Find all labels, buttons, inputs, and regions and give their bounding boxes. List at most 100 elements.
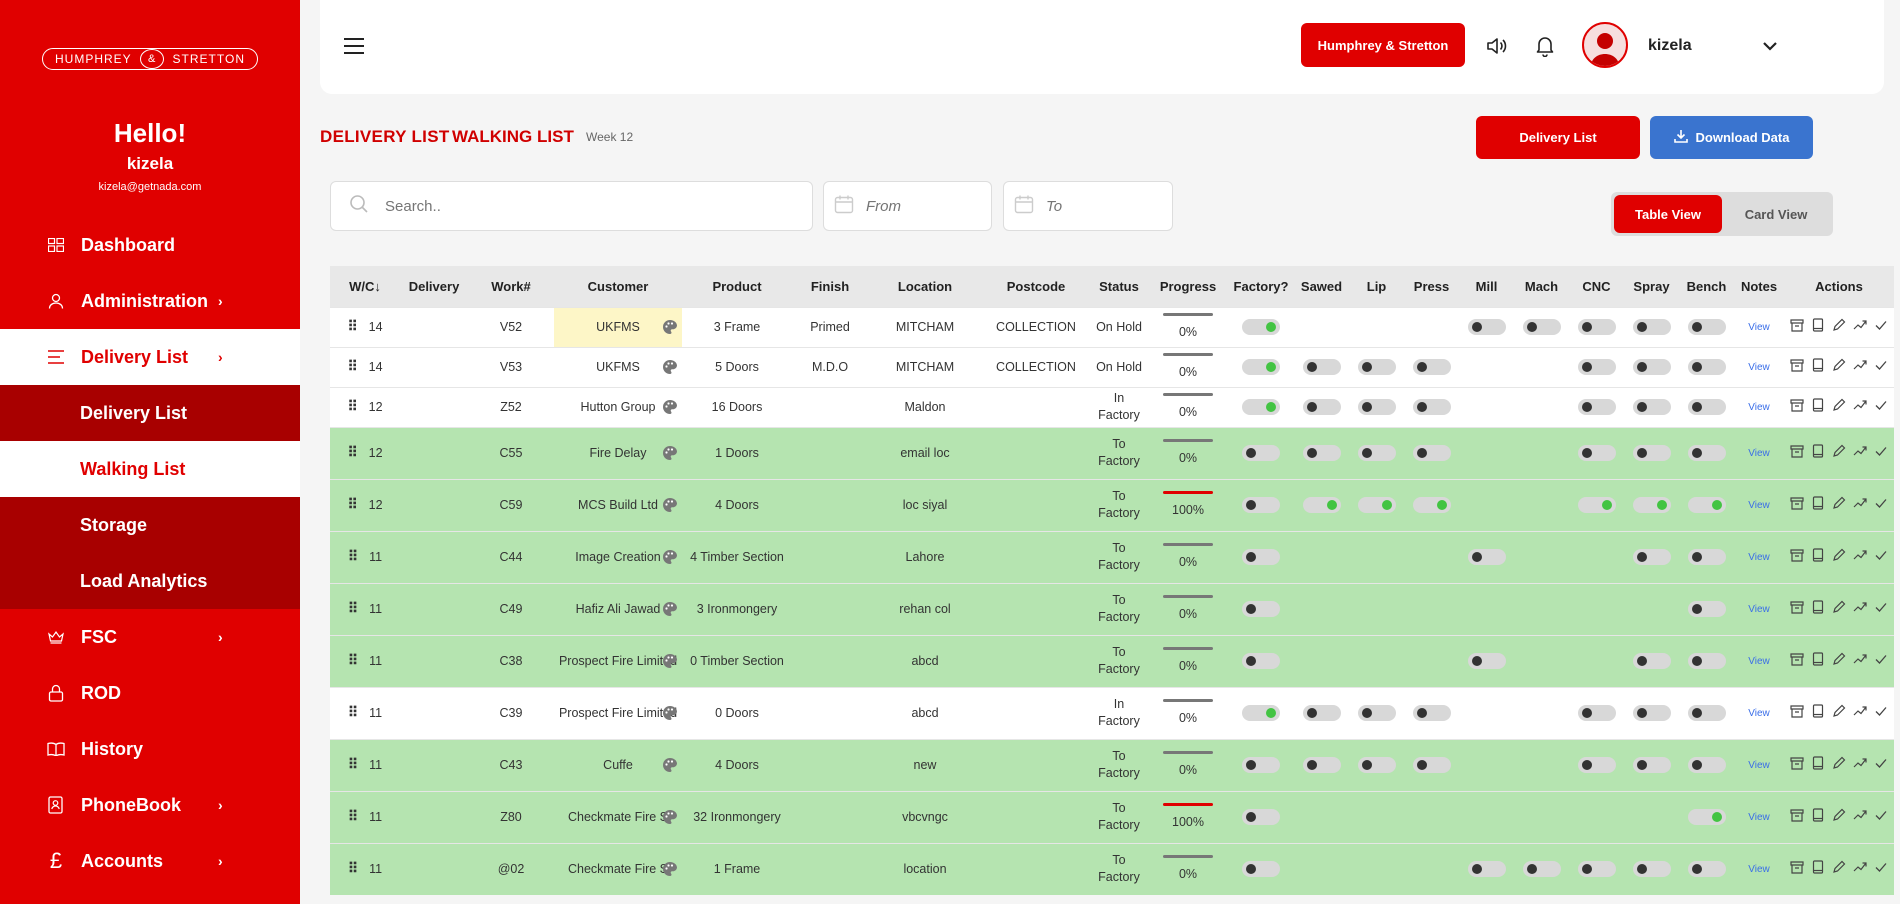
sawed-toggle[interactable]	[1302, 497, 1341, 514]
check-icon[interactable]	[1874, 444, 1888, 463]
trend-icon[interactable]	[1853, 398, 1867, 417]
factory-toggle[interactable]	[1242, 445, 1280, 462]
trend-icon[interactable]	[1853, 444, 1867, 463]
submenu-item-storage[interactable]: Storage	[0, 497, 300, 553]
sidebar-item-fsc[interactable]: FSC ›	[0, 609, 300, 665]
hamburger-menu-icon[interactable]	[344, 38, 364, 54]
column-header-w-c[interactable]: W/C↓	[330, 266, 400, 307]
pencil-icon[interactable]	[1832, 600, 1846, 619]
pencil-icon[interactable]	[1832, 756, 1846, 775]
to-date-input[interactable]	[1046, 197, 1146, 215]
view-notes-link[interactable]: View	[1748, 402, 1770, 413]
lip-toggle[interactable]	[1357, 399, 1396, 416]
submenu-item-walking-list[interactable]: Walking List	[0, 441, 300, 497]
drag-handle-icon[interactable]: ⠿	[348, 860, 358, 876]
check-icon[interactable]	[1874, 548, 1888, 567]
drag-handle-icon[interactable]: ⠿	[347, 444, 357, 460]
sidebar-item-administration[interactable]: Administration ›	[0, 273, 300, 329]
palette-icon[interactable]	[662, 809, 678, 825]
check-icon[interactable]	[1874, 358, 1888, 377]
sidebar-item-rod[interactable]: ROD	[0, 665, 300, 721]
trend-icon[interactable]	[1853, 756, 1867, 775]
tablet-icon[interactable]	[1811, 703, 1825, 723]
drag-handle-icon[interactable]: ⠿	[347, 318, 357, 334]
view-notes-link[interactable]: View	[1748, 448, 1770, 459]
check-icon[interactable]	[1874, 496, 1888, 515]
bench-toggle[interactable]	[1687, 809, 1726, 826]
lip-toggle[interactable]	[1357, 359, 1396, 376]
view-notes-link[interactable]: View	[1748, 322, 1770, 333]
spray-toggle[interactable]	[1632, 757, 1671, 774]
bench-toggle[interactable]	[1687, 705, 1726, 722]
palette-icon[interactable]	[662, 861, 678, 877]
pencil-icon[interactable]	[1832, 318, 1846, 337]
pencil-icon[interactable]	[1832, 652, 1846, 671]
avatar[interactable]	[1582, 22, 1628, 68]
sidebar-item-phonebook[interactable]: PhoneBook ›	[0, 777, 300, 833]
palette-icon[interactable]	[662, 319, 678, 335]
view-notes-link[interactable]: View	[1748, 604, 1770, 615]
palette-icon[interactable]	[662, 497, 678, 513]
archive-icon[interactable]	[1790, 548, 1804, 567]
check-icon[interactable]	[1874, 756, 1888, 775]
cnc-toggle[interactable]	[1577, 445, 1616, 462]
sidebar-item-delivery-list[interactable]: Delivery List ›	[0, 329, 300, 385]
view-notes-link[interactable]: View	[1748, 656, 1770, 667]
spray-toggle[interactable]	[1632, 399, 1671, 416]
sidebar-item-dashboard[interactable]: Dashboard	[0, 217, 300, 273]
tablet-icon[interactable]	[1811, 317, 1825, 337]
archive-icon[interactable]	[1790, 704, 1804, 723]
factory-toggle[interactable]	[1242, 497, 1280, 514]
drag-handle-icon[interactable]: ⠿	[347, 358, 357, 374]
factory-toggle[interactable]	[1242, 319, 1280, 336]
table-row[interactable]: ⠿ 12 C55 Fire Delay 1 Doors email loc To Fact…	[330, 426, 1894, 479]
check-icon[interactable]	[1874, 318, 1888, 337]
tablet-icon[interactable]	[1811, 357, 1825, 377]
archive-icon[interactable]	[1790, 318, 1804, 337]
table-row[interactable]: ⠿ 11 Z80 Checkmate Fire S 32 Ironmongery vbc…	[330, 790, 1894, 843]
sidebar-item-history[interactable]: History	[0, 721, 300, 777]
speaker-icon[interactable]	[1485, 34, 1509, 58]
company-logo[interactable]: HUMPHREY & STRETTON	[42, 48, 258, 70]
bench-toggle[interactable]	[1687, 757, 1726, 774]
press-toggle[interactable]	[1412, 705, 1451, 722]
palette-icon[interactable]	[662, 601, 678, 617]
view-notes-link[interactable]: View	[1748, 500, 1770, 511]
tablet-icon[interactable]	[1811, 651, 1825, 671]
check-icon[interactable]	[1874, 600, 1888, 619]
factory-toggle[interactable]	[1242, 809, 1280, 826]
factory-toggle[interactable]	[1242, 757, 1280, 774]
factory-toggle[interactable]	[1242, 653, 1280, 670]
archive-icon[interactable]	[1790, 652, 1804, 671]
view-notes-link[interactable]: View	[1748, 812, 1770, 823]
archive-icon[interactable]	[1790, 358, 1804, 377]
check-icon[interactable]	[1874, 398, 1888, 417]
pencil-icon[interactable]	[1832, 808, 1846, 827]
lip-toggle[interactable]	[1357, 705, 1396, 722]
table-row[interactable]: ⠿ 14 V52 UKFMS 3 Frame Primed MITCHAM COLLECTI…	[330, 306, 1894, 347]
archive-icon[interactable]	[1790, 600, 1804, 619]
drag-handle-icon[interactable]: ⠿	[347, 398, 357, 414]
pencil-icon[interactable]	[1832, 398, 1846, 417]
check-icon[interactable]	[1874, 808, 1888, 827]
palette-icon[interactable]	[662, 359, 678, 375]
spray-toggle[interactable]	[1632, 653, 1671, 670]
spray-toggle[interactable]	[1632, 319, 1671, 336]
lip-toggle[interactable]	[1357, 757, 1396, 774]
tablet-icon[interactable]	[1811, 807, 1825, 827]
archive-icon[interactable]	[1790, 860, 1804, 879]
tablet-icon[interactable]	[1811, 397, 1825, 417]
bench-toggle[interactable]	[1687, 399, 1726, 416]
trend-icon[interactable]	[1853, 652, 1867, 671]
table-view-button[interactable]: Table View	[1614, 195, 1722, 233]
trend-icon[interactable]	[1853, 808, 1867, 827]
palette-icon[interactable]	[662, 757, 678, 773]
pencil-icon[interactable]	[1832, 704, 1846, 723]
bench-toggle[interactable]	[1687, 601, 1726, 618]
cnc-toggle[interactable]	[1577, 319, 1616, 336]
bench-toggle[interactable]	[1687, 497, 1726, 514]
mach-toggle[interactable]	[1522, 319, 1561, 336]
drag-handle-icon[interactable]: ⠿	[348, 600, 358, 616]
archive-icon[interactable]	[1790, 398, 1804, 417]
sawed-toggle[interactable]	[1302, 445, 1341, 462]
